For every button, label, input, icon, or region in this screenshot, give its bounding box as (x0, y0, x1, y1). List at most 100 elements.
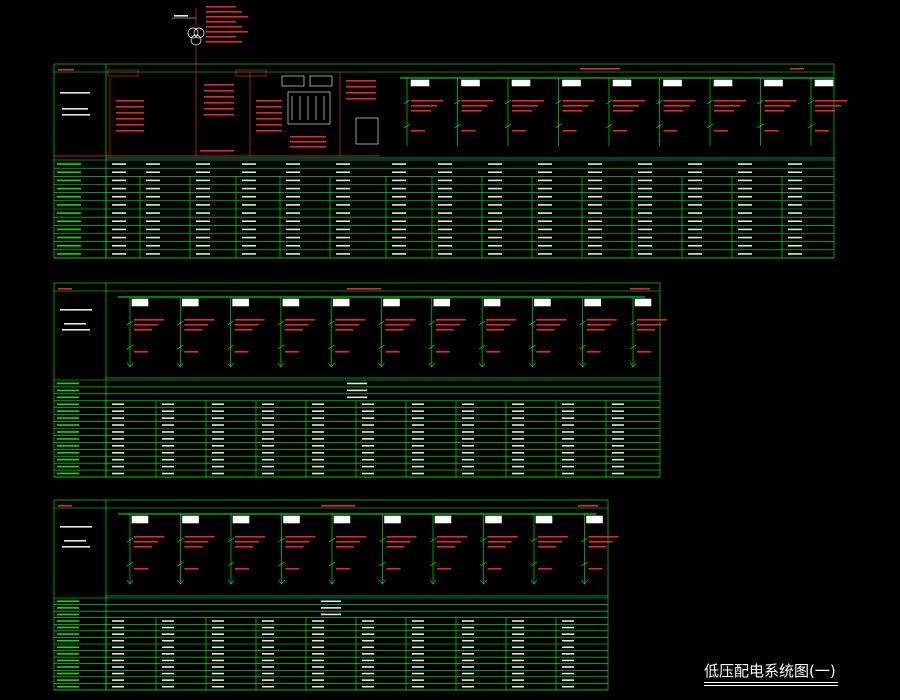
table-cell-value (212, 685, 224, 688)
table-cell-value (262, 424, 274, 426)
feeder-label-box (232, 298, 249, 307)
table-cell-value (392, 195, 406, 198)
table-cell-value (212, 653, 224, 655)
table-cell-value (242, 187, 256, 190)
table-cell-value (738, 187, 752, 190)
table-cell-value (512, 679, 524, 681)
table-cell-value (512, 626, 524, 629)
table-cell-value (588, 179, 602, 182)
feeder-breaker-spec (487, 536, 518, 538)
table-cell-value (362, 633, 374, 635)
table-cell-value (162, 424, 174, 426)
table-cell-value (362, 659, 374, 662)
table-cell-value (488, 228, 502, 231)
table-cell-value (146, 220, 160, 223)
incoming-spec (204, 90, 234, 92)
table-row-label (57, 685, 79, 688)
single-line-diagram (53, 6, 847, 691)
table-cell-value (588, 195, 602, 198)
table-cell-value (438, 187, 452, 190)
capacitor-spec (290, 136, 326, 138)
table-cell-value (512, 445, 524, 447)
table-row-label (57, 389, 79, 392)
table-cell-value (512, 417, 524, 419)
table-cell-value (286, 171, 300, 174)
feeder-breaker-spec (663, 100, 696, 102)
table-cell-value (562, 403, 574, 406)
table-cell-value (162, 410, 174, 412)
table-cell-value (538, 195, 552, 198)
table-cell-value (788, 212, 802, 214)
table-cell-value (738, 179, 752, 182)
table-cell-value (362, 403, 374, 406)
table-cell-value (612, 451, 624, 454)
feeder-breaker-spec (386, 536, 417, 538)
drawing-title: 低压配电系统图(一) (704, 660, 844, 690)
table-cell-value (362, 646, 374, 649)
table-cell-value (262, 403, 274, 406)
table-cell-value (788, 253, 802, 255)
table-cell-value (262, 472, 274, 475)
panel-voltage-label (60, 309, 92, 311)
feeder-breaker-spec (411, 110, 431, 112)
feeder-breaker-spec (815, 110, 835, 112)
feeder-breaker-spec (815, 100, 847, 102)
table-row-label (57, 607, 79, 609)
table-cell-value (262, 659, 274, 662)
feeder-breaker-spec (386, 541, 411, 543)
table-cell-value (336, 204, 350, 206)
table-cell-value (638, 236, 652, 239)
table-cell-value (196, 204, 210, 206)
feeder-breaker-spec (536, 319, 567, 321)
table-cell-value (788, 187, 802, 190)
table-row-label (57, 403, 79, 406)
capacitor-feed-spec (346, 98, 376, 100)
table-cell-value (438, 195, 452, 198)
feeder-label-box (483, 298, 501, 307)
table-cell-value (512, 410, 524, 412)
feeder-breaker-spec (613, 105, 639, 107)
table-cell-value (362, 679, 374, 681)
table-cell-value (688, 204, 702, 206)
table-row-label (57, 187, 81, 190)
table-cell-value (242, 220, 256, 223)
table-cell-value (212, 626, 224, 629)
feeder-label-box (282, 298, 300, 307)
capacitor-spec (290, 146, 326, 148)
table-cell-value (462, 620, 474, 622)
panel-id-label (58, 505, 72, 507)
panel-voltage-value (62, 546, 90, 548)
table-cell-value (638, 220, 652, 223)
feeder-breaker-spec (385, 324, 410, 326)
table-cell-value (312, 438, 324, 440)
feeder-breaker-spec (714, 110, 734, 112)
capacitor-feed-spec (346, 80, 376, 82)
table-cell-value (242, 179, 256, 182)
table-cell-value (438, 253, 452, 255)
table-cell-value (488, 204, 502, 206)
table-cell-value (162, 626, 174, 629)
table-cell-value (562, 431, 574, 433)
table-cell-value (538, 212, 552, 214)
panel-voltage-value (62, 114, 90, 116)
table-cell-value (462, 472, 474, 475)
feeder-label-box (511, 79, 531, 87)
table-cell-value (146, 195, 160, 198)
table-cell-value (438, 204, 452, 206)
feeder-breaker-spec (512, 105, 538, 107)
feeder-cable-spec (134, 351, 148, 353)
feeder-breaker-spec (637, 319, 667, 321)
incoming-spec (256, 130, 282, 132)
table-cell-value (438, 171, 452, 174)
table-cell-value (212, 620, 224, 622)
table-cell-value (688, 212, 702, 214)
table-cell-value (112, 431, 124, 433)
table-cell-value (562, 458, 574, 461)
table-cell-value (688, 187, 702, 190)
table-cell-value (112, 633, 124, 635)
table-cell-value (286, 228, 300, 231)
feeder-breaker-spec (586, 324, 611, 326)
distribution-panel-2 (53, 282, 667, 478)
table-cell-value (562, 472, 574, 475)
table-cell-value (462, 659, 474, 662)
